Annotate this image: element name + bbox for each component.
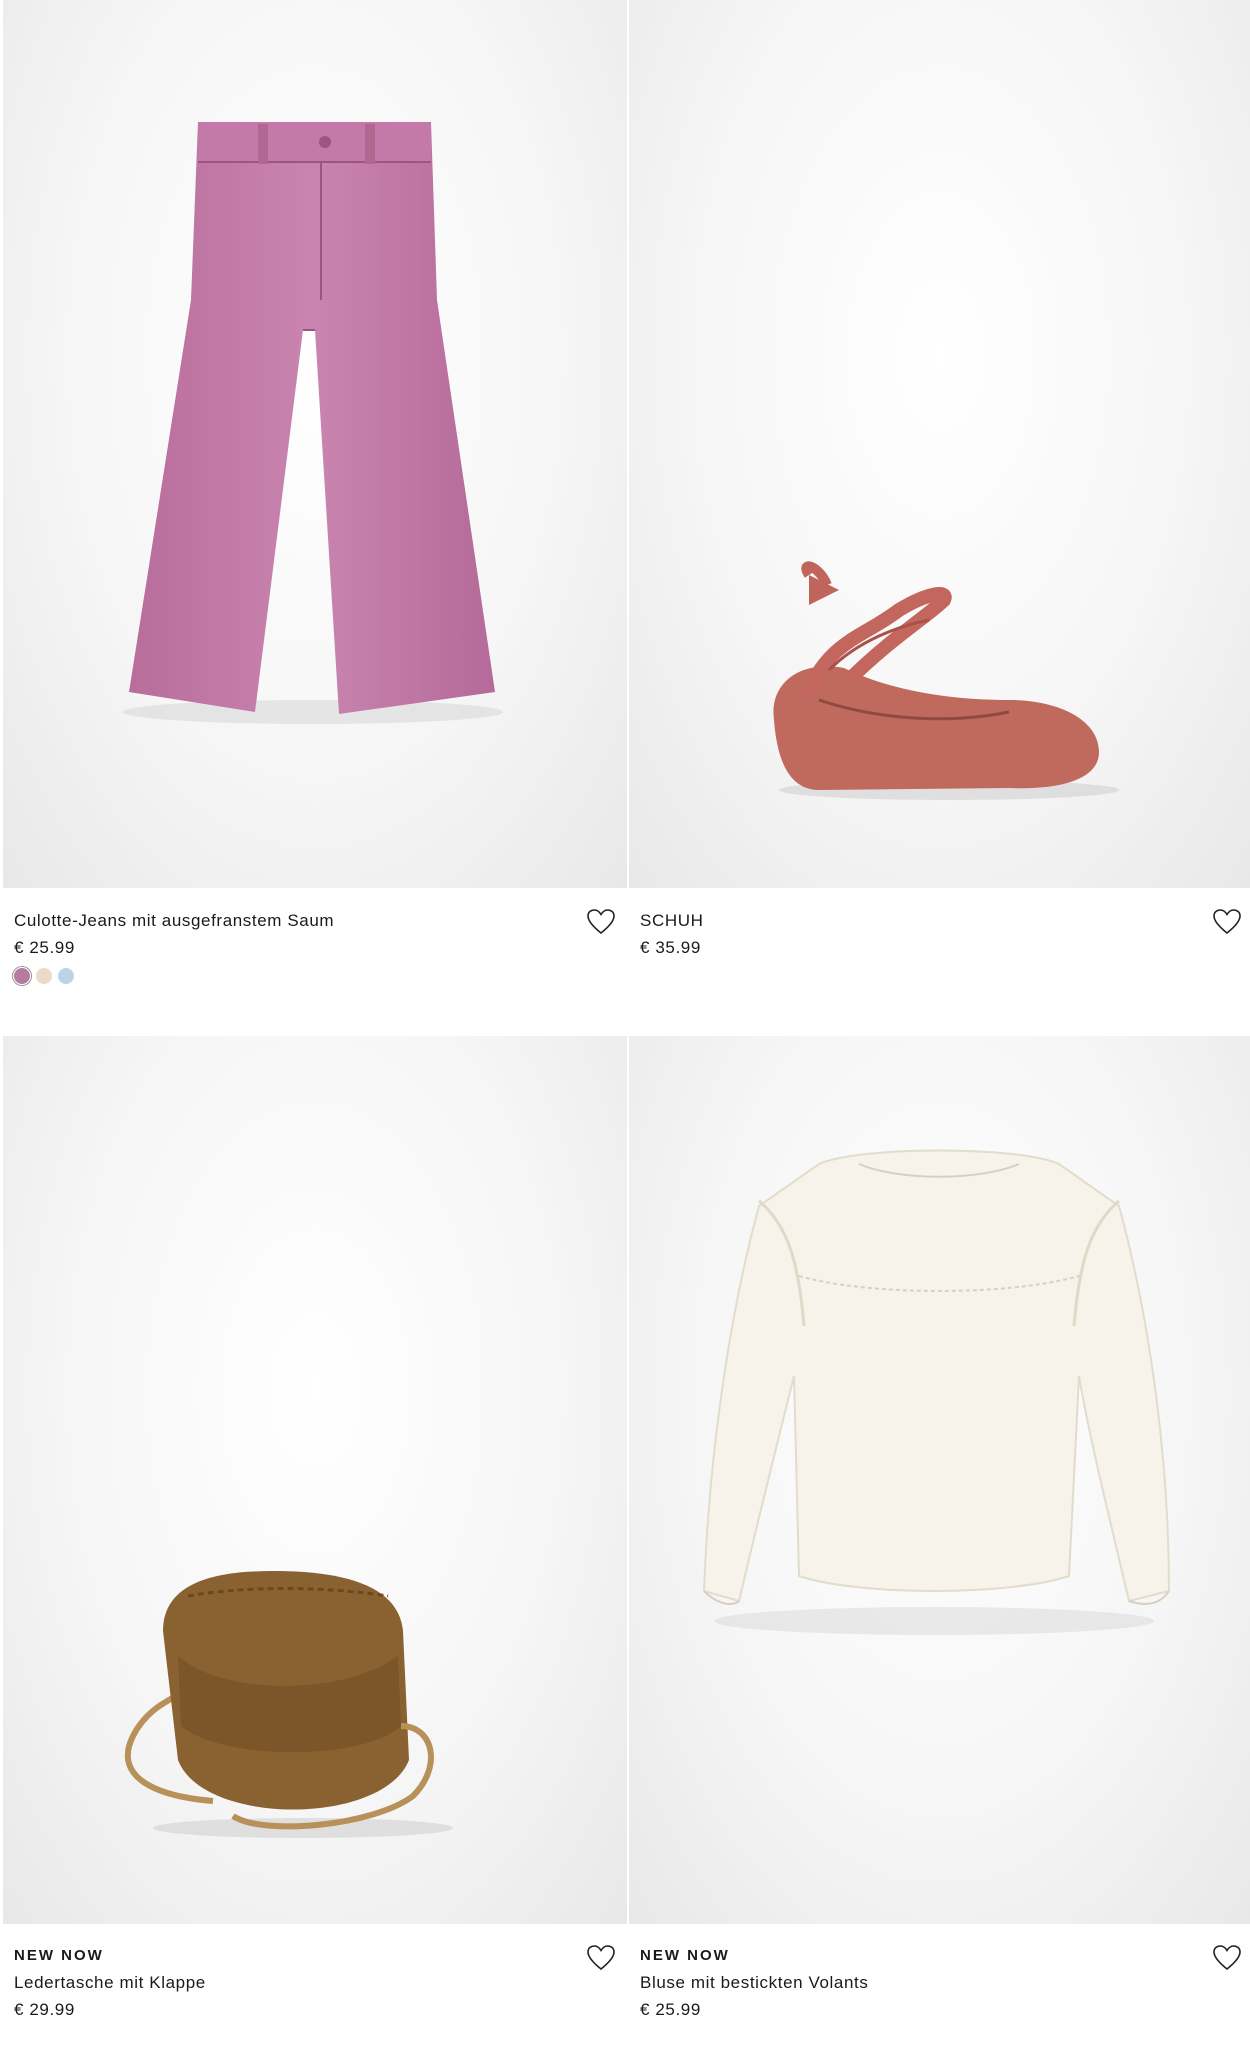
product-card[interactable]: NEW NOW Ledertasche mit Klappe € 29.99 <box>3 1036 627 2054</box>
favorite-heart-icon[interactable] <box>585 906 617 938</box>
product-info: NEW NOW Bluse mit bestickten Volants € 2… <box>629 1924 1250 2054</box>
favorite-heart-icon[interactable] <box>1211 1942 1243 1974</box>
product-image-ballerina-shoe[interactable] <box>629 0 1250 888</box>
product-image-white-ruffle-blouse[interactable] <box>629 1036 1250 1924</box>
suede-crossbody-bag-image <box>124 1571 453 1838</box>
product-price: € 25.99 <box>14 938 75 957</box>
product-image-pink-culotte-jeans[interactable] <box>3 0 627 888</box>
color-swatches <box>14 968 627 984</box>
product-price: € 35.99 <box>640 938 701 957</box>
product-card[interactable]: NEW NOW Bluse mit bestickten Volants € 2… <box>629 1036 1250 2054</box>
ballerina-shoe-image <box>773 561 1119 800</box>
product-name[interactable]: Ledertasche mit Klappe <box>14 1972 627 1994</box>
product-image-suede-crossbody-bag[interactable] <box>3 1036 627 1924</box>
pink-culotte-jeans-image <box>123 122 503 724</box>
color-swatch-pink[interactable] <box>14 968 30 984</box>
product-price: € 29.99 <box>14 2000 75 2019</box>
product-price: € 25.99 <box>640 2000 701 2019</box>
new-now-badge: NEW NOW <box>14 1947 104 1964</box>
new-now-badge: NEW NOW <box>640 1947 730 1964</box>
product-name[interactable]: SCHUH <box>640 910 1250 932</box>
product-card[interactable]: Culotte-Jeans mit ausgefranstem Saum € 2… <box>3 0 627 1018</box>
favorite-heart-icon[interactable] <box>1211 906 1243 938</box>
product-info: NEW NOW Ledertasche mit Klappe € 29.99 <box>3 1924 627 2054</box>
favorite-heart-icon[interactable] <box>585 1942 617 1974</box>
product-card[interactable]: SCHUH € 35.99 <box>629 0 1250 1018</box>
color-swatch-beige[interactable] <box>36 968 52 984</box>
product-info: Culotte-Jeans mit ausgefranstem Saum € 2… <box>3 888 627 1018</box>
product-info: SCHUH € 35.99 <box>629 888 1250 1018</box>
white-ruffle-blouse-image <box>702 1149 1171 1635</box>
product-name[interactable]: Bluse mit bestickten Volants <box>640 1972 1250 1994</box>
color-swatch-light-blue[interactable] <box>58 968 74 984</box>
product-name[interactable]: Culotte-Jeans mit ausgefranstem Saum <box>14 910 627 932</box>
product-grid: Culotte-Jeans mit ausgefranstem Saum € 2… <box>0 0 1250 2071</box>
